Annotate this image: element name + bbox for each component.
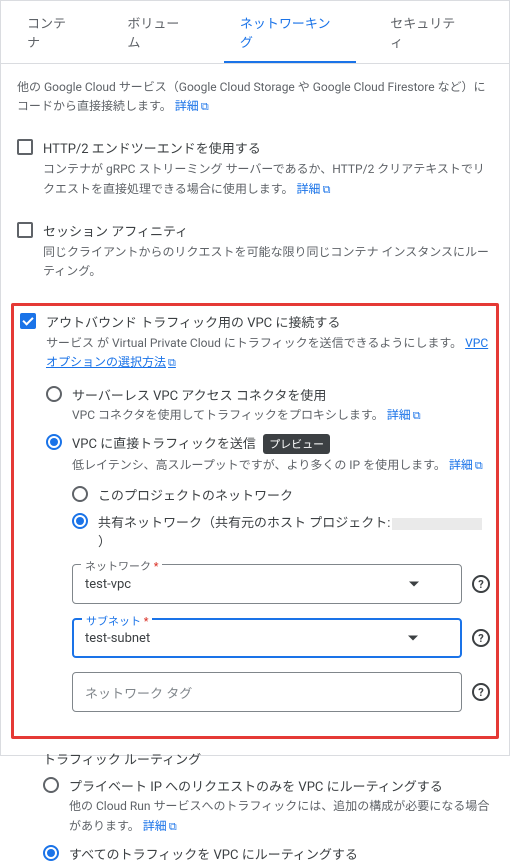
content-area: 他の Google Cloud サービス（Google Cloud Storag… — [1, 64, 509, 863]
session-affinity-desc: 同じクライアントからのリクエストを可能な限り同じコンテナ インスタンスにルーティ… — [43, 243, 493, 281]
http2-learn-more-link[interactable]: 詳細⧉ — [297, 182, 331, 196]
intro-learn-more-link[interactable]: 詳細⧉ — [175, 99, 209, 113]
scope-project-title: このプロジェクトのネットワーク — [98, 485, 490, 504]
external-link-icon: ⧉ — [169, 820, 177, 833]
network-field-wrap: ネットワーク * test-vpc ? — [72, 564, 490, 604]
http2-checkbox[interactable] — [17, 139, 33, 155]
http2-desc: コンテナが gRPC ストリーミング サーバーであるか、HTTP/2 クリアテキ… — [43, 160, 493, 198]
subnet-field-wrap: サブネット * test-subnet ? — [72, 618, 490, 658]
vpc-connect-highlight: アウトバウンド トラフィック用の VPC に接続する サービス が Virtua… — [11, 303, 499, 739]
network-tags-input[interactable]: ネットワーク タグ — [72, 672, 462, 712]
chevron-down-icon — [409, 582, 419, 587]
external-link-icon: ⧉ — [168, 356, 176, 369]
method-serverless-connector: サーバーレス VPC アクセス コネクタを使用 VPC コネクタを使用してトラフ… — [46, 385, 490, 425]
http2-option: HTTP/2 エンドツーエンドを使用する コンテナが gRPC ストリーミング … — [17, 138, 493, 198]
method-serverless-learn-more-link[interactable]: 詳細⧉ — [387, 408, 421, 422]
scope-shared-network: 共有ネットワーク（共有元のホスト プロジェクト:） — [72, 512, 490, 550]
routing-private-title: プライベート IP へのリクエストのみを VPC にルーティングする — [69, 776, 493, 795]
intro-text: 他の Google Cloud サービス（Google Cloud Storag… — [17, 78, 493, 116]
method-serverless-desc: VPC コネクタを使用してトラフィックをプロキシします。 詳細⧉ — [72, 406, 490, 425]
tab-networking[interactable]: ネットワーキング — [224, 1, 356, 63]
http2-title: HTTP/2 エンドツーエンドを使用する — [43, 138, 493, 157]
routing-private-radio[interactable] — [43, 777, 59, 793]
scope-project-network: このプロジェクトのネットワーク — [72, 485, 490, 504]
tab-container[interactable]: コンテナ — [11, 1, 93, 63]
external-link-icon: ⧉ — [323, 183, 331, 196]
subnet-label: サブネット * — [82, 613, 152, 629]
routing-all-title: すべてのトラフィックを VPC にルーティングする — [69, 844, 493, 863]
method-serverless-title: サーバーレス VPC アクセス コネクタを使用 — [72, 385, 490, 404]
network-value: test-vpc — [85, 577, 131, 592]
network-scope-group: このプロジェクトのネットワーク 共有ネットワーク（共有元のホスト プロジェクト:… — [46, 485, 490, 550]
external-link-icon: ⧉ — [475, 459, 483, 472]
method-direct-vpc: VPC に直接トラフィックを送信 プレビュー 低レイテンシ、高スループットですが… — [46, 433, 490, 476]
vpc-connect-desc: サービス が Virtual Private Cloud にトラフィックを送信で… — [46, 334, 490, 372]
external-link-icon: ⧉ — [413, 409, 421, 422]
vpc-method-group: サーバーレス VPC アクセス コネクタを使用 VPC コネクタを使用してトラフ… — [20, 385, 490, 713]
session-affinity-checkbox[interactable] — [17, 222, 33, 238]
routing-private-desc: 他の Cloud Run サービスへのトラフィックには、追加の構成が必要になる場… — [69, 797, 493, 835]
subnet-value: test-subnet — [85, 631, 150, 646]
session-affinity-option: セッション アフィニティ 同じクライアントからのリクエストを可能な限り同じコンテ… — [17, 221, 493, 281]
chevron-down-icon — [408, 636, 418, 641]
traffic-routing-group: プライベート IP へのリクエストのみを VPC にルーティングする 他の Cl… — [17, 776, 493, 862]
subnet-help-icon[interactable]: ? — [472, 629, 490, 647]
routing-all-radio[interactable] — [43, 845, 59, 861]
network-select[interactable]: ネットワーク * test-vpc — [72, 564, 462, 604]
scope-project-radio[interactable] — [72, 486, 88, 502]
method-serverless-radio[interactable] — [46, 386, 62, 402]
network-fields: ネットワーク * test-vpc ? サブネット * test-subnet … — [46, 564, 490, 712]
network-label: ネットワーク * — [81, 558, 162, 574]
routing-all-traffic: すべてのトラフィックを VPC にルーティングする — [43, 844, 493, 863]
routing-private-only: プライベート IP へのリクエストのみを VPC にルーティングする 他の Cl… — [43, 776, 493, 835]
vpc-connect-checkbox[interactable] — [20, 313, 36, 329]
vpc-connect-option: アウトバウンド トラフィック用の VPC に接続する サービス が Virtua… — [20, 312, 490, 372]
scope-shared-title: 共有ネットワーク（共有元のホスト プロジェクト:） — [98, 512, 490, 550]
scope-shared-radio[interactable] — [72, 513, 88, 529]
method-direct-radio[interactable] — [46, 434, 62, 450]
method-direct-learn-more-link[interactable]: 詳細⧉ — [449, 458, 483, 472]
method-direct-title: VPC に直接トラフィックを送信 プレビュー — [72, 433, 490, 455]
network-tags-field-wrap: ネットワーク タグ ? — [72, 672, 490, 712]
intro-body: 他の Google Cloud サービス（Google Cloud Storag… — [17, 80, 486, 113]
tab-security[interactable]: セキュリティ — [374, 1, 481, 63]
tab-volumes[interactable]: ボリューム — [111, 1, 206, 63]
method-direct-desc: 低レイテンシ、高スループットですが、より多くの IP を使用します。 詳細⧉ — [72, 456, 490, 475]
preview-badge: プレビュー — [263, 434, 330, 454]
session-affinity-title: セッション アフィニティ — [43, 221, 493, 240]
subnet-select[interactable]: サブネット * test-subnet — [72, 618, 462, 658]
vpc-connect-title: アウトバウンド トラフィック用の VPC に接続する — [46, 312, 490, 331]
host-project-redacted — [392, 518, 482, 530]
network-tags-help-icon[interactable]: ? — [472, 683, 490, 701]
external-link-icon: ⧉ — [201, 100, 209, 113]
traffic-routing-heading: トラフィック ルーティング — [43, 749, 493, 768]
network-tags-placeholder: ネットワーク タグ — [85, 683, 192, 702]
network-help-icon[interactable]: ? — [472, 575, 490, 593]
routing-private-learn-more-link[interactable]: 詳細⧉ — [143, 819, 177, 833]
tabs-bar: コンテナ ボリューム ネットワーキング セキュリティ — [1, 1, 509, 64]
